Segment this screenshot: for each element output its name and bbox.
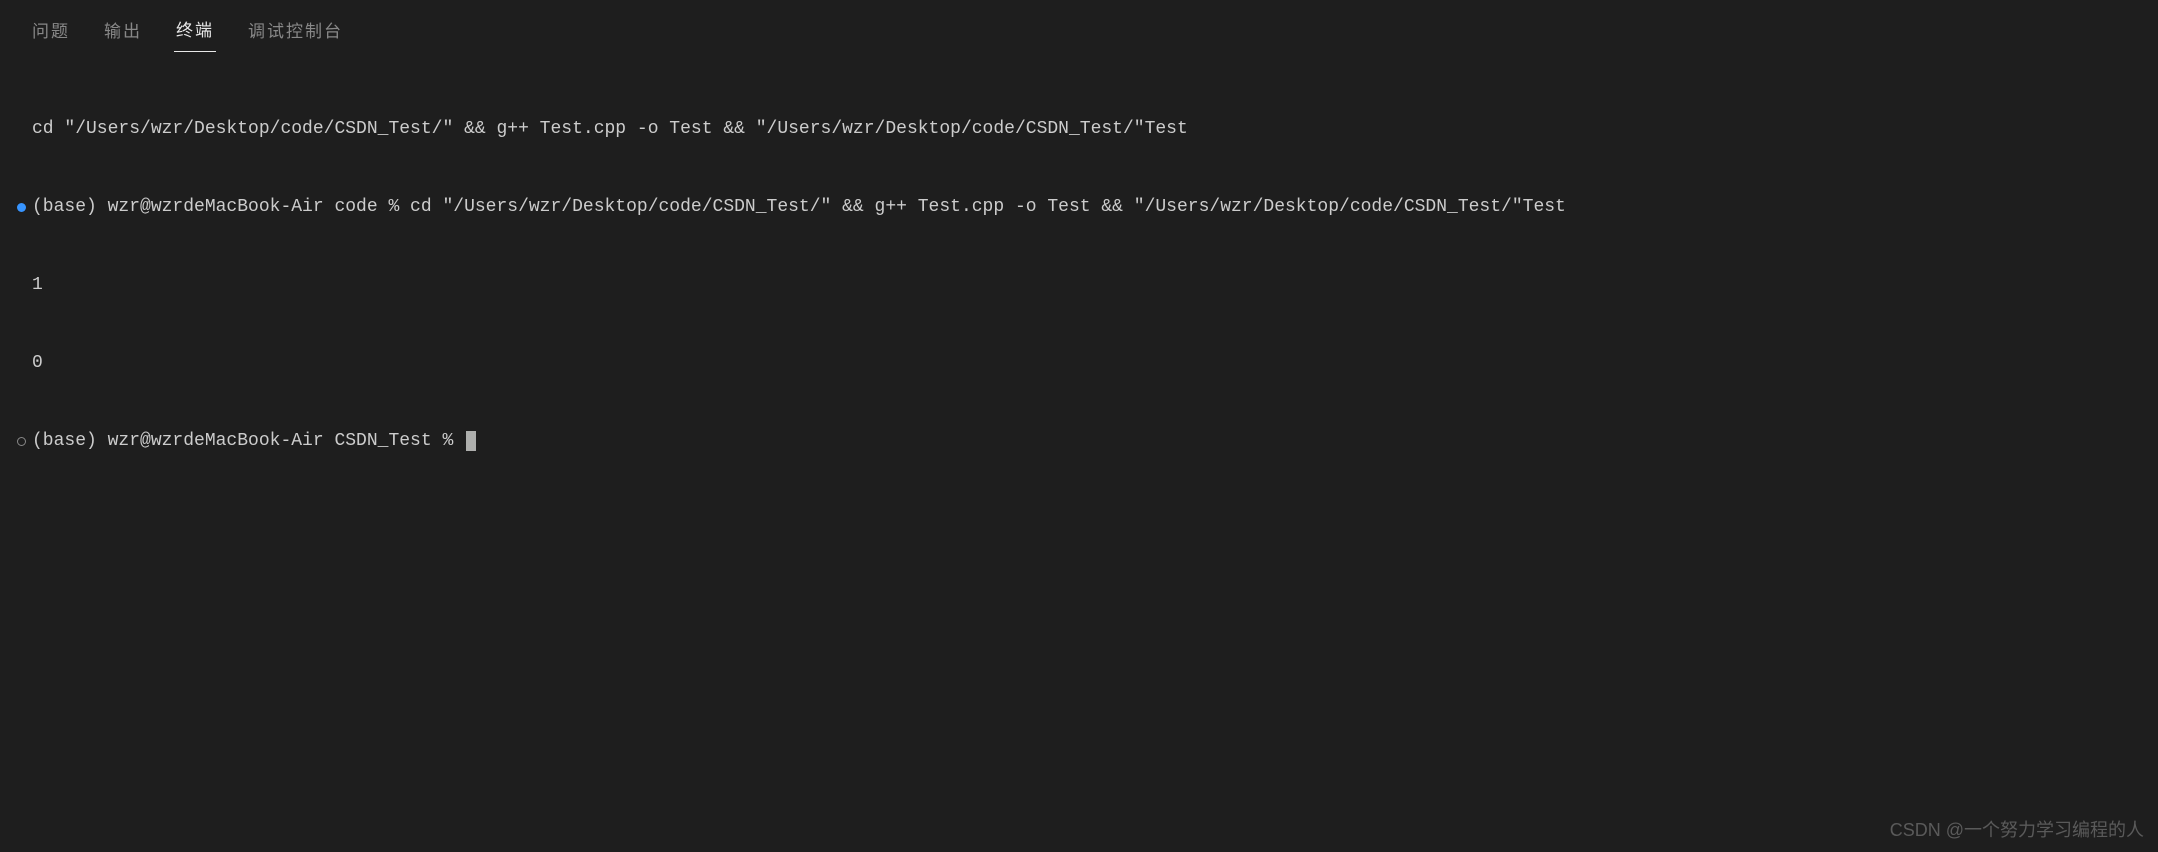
terminal-line: (base) wzr@wzrdeMacBook-Air CSDN_Test % xyxy=(12,428,2158,454)
terminal-line: 0 xyxy=(12,350,2158,376)
terminal-text: cd "/Users/wzr/Desktop/code/CSDN_Test/" … xyxy=(30,116,1188,142)
command-marker-icon xyxy=(17,203,26,212)
terminal-line: (base) wzr@wzrdeMacBook-Air code % cd "/… xyxy=(12,194,2158,220)
tab-problems[interactable]: 问题 xyxy=(30,11,72,52)
panel-tabs: 问题 输出 终端 调试控制台 xyxy=(0,0,2158,52)
terminal-text: 1 xyxy=(30,272,43,298)
terminal-text: (base) wzr@wzrdeMacBook-Air code % cd "/… xyxy=(30,194,1566,220)
prompt-marker-icon xyxy=(17,437,26,446)
terminal-line: cd "/Users/wzr/Desktop/code/CSDN_Test/" … xyxy=(12,116,2158,142)
cursor-icon xyxy=(466,431,476,451)
terminal-text: 0 xyxy=(30,350,43,376)
terminal-line: 1 xyxy=(12,272,2158,298)
terminal-prompt[interactable]: (base) wzr@wzrdeMacBook-Air CSDN_Test % xyxy=(30,428,476,454)
watermark: CSDN @一个努力学习编程的人 xyxy=(1890,816,2144,842)
tab-output[interactable]: 输出 xyxy=(102,11,144,52)
tab-debug-console[interactable]: 调试控制台 xyxy=(246,11,345,52)
tab-terminal[interactable]: 终端 xyxy=(174,10,216,52)
terminal-output[interactable]: cd "/Users/wzr/Desktop/code/CSDN_Test/" … xyxy=(0,52,2158,480)
